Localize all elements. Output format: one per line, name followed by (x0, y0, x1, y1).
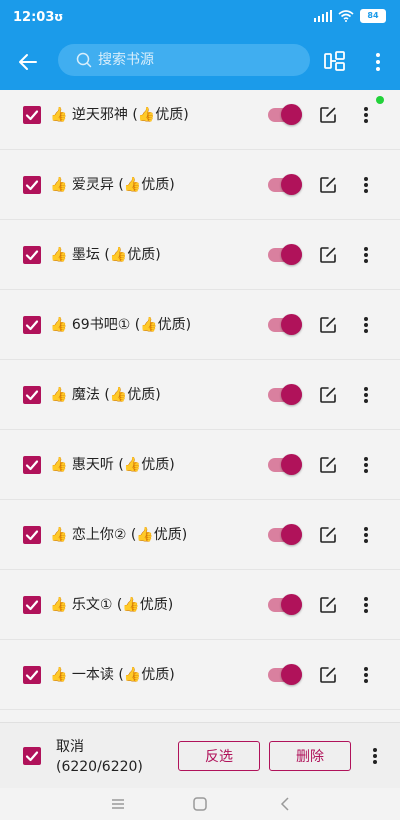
group-layout-icon[interactable] (322, 48, 348, 74)
battery-icon: 84 (360, 9, 386, 23)
enable-toggle[interactable] (268, 453, 304, 477)
menu-icon[interactable] (108, 796, 128, 812)
source-checkbox[interactable] (23, 315, 41, 334)
more-vertical-icon[interactable] (361, 105, 371, 125)
select-all-label[interactable]: 取消 (56, 737, 84, 757)
source-name: 👍 逆天邪神 (👍优质) (50, 106, 189, 123)
source-checkbox[interactable] (23, 105, 41, 124)
toggle-thumb (281, 243, 302, 265)
edit-icon[interactable] (319, 526, 337, 544)
source-name: 👍 乐文① (👍优质) (50, 596, 174, 613)
enable-toggle[interactable] (268, 383, 304, 407)
home-icon[interactable] (190, 796, 210, 812)
source-name: 👍 惠天听 (👍优质) (50, 456, 175, 473)
toggle-thumb (281, 173, 302, 195)
indicator-dot (376, 96, 384, 104)
status-right: 84 (314, 9, 386, 23)
source-checkbox[interactable] (23, 175, 41, 194)
enable-toggle[interactable] (268, 663, 304, 687)
toggle-thumb (281, 453, 302, 475)
more-vertical-icon[interactable] (361, 175, 371, 195)
source-name: 👍 一本读 (👍优质) (50, 666, 175, 683)
enable-toggle[interactable] (268, 243, 304, 267)
source-row[interactable]: 👍 墨坛 (👍优质) (0, 220, 400, 290)
signal-icon (314, 10, 332, 22)
search-input[interactable] (96, 51, 300, 69)
enable-toggle[interactable] (268, 523, 304, 547)
source-name: 👍 69书吧① (👍优质) (50, 316, 192, 333)
edit-icon[interactable] (319, 246, 337, 264)
toggle-thumb (281, 593, 302, 615)
edit-icon[interactable] (319, 106, 337, 124)
edit-icon[interactable] (319, 596, 337, 614)
enable-toggle[interactable] (268, 173, 304, 197)
screen: 12:03 ʊ 84 搜索书源 👍 逆天邪神 (👍优质) 👍 爱灵异 (👍优质)… (0, 0, 400, 820)
more-vertical-icon[interactable] (361, 595, 371, 615)
source-row[interactable]: 👍 乐文① (👍优质) (0, 570, 400, 640)
source-row[interactable]: 👍 69书吧① (👍优质) (0, 290, 400, 360)
invert-selection-button[interactable]: 反选 (178, 741, 260, 771)
search-box[interactable] (58, 44, 310, 76)
source-checkbox[interactable] (23, 385, 41, 404)
toggle-thumb (281, 663, 302, 685)
source-row[interactable]: 👍 魔法 (👍优质) (0, 360, 400, 430)
source-row[interactable]: 👍 一本读 (👍优质) (0, 640, 400, 710)
selection-count: (6220/6220) (56, 759, 143, 775)
source-name: 👍 恋上你② (👍优质) (50, 526, 188, 543)
search-icon (76, 52, 92, 68)
back-arrow-icon[interactable] (16, 50, 40, 74)
toggle-thumb (281, 523, 302, 545)
delete-button[interactable]: 删除 (269, 741, 351, 771)
source-row[interactable]: 👍 恋上你② (👍优质) (0, 500, 400, 570)
app-bar (0, 34, 400, 90)
more-vertical-icon[interactable] (361, 525, 371, 545)
source-checkbox[interactable] (23, 595, 41, 614)
source-name: 👍 爱灵异 (👍优质) (50, 176, 175, 193)
source-name: 👍 魔法 (👍优质) (50, 386, 161, 403)
source-name: 👍 墨坛 (👍优质) (50, 246, 161, 263)
select-all-checkbox[interactable] (23, 747, 41, 765)
more-vertical-icon[interactable] (361, 385, 371, 405)
more-vertical-icon[interactable] (370, 50, 386, 74)
toggle-thumb (281, 313, 302, 335)
source-checkbox[interactable] (23, 665, 41, 684)
source-row[interactable]: 👍 逆天邪神 (👍优质) (0, 90, 400, 150)
source-row[interactable]: 👍 爱灵异 (👍优质) (0, 150, 400, 220)
enable-toggle[interactable] (268, 313, 304, 337)
source-row[interactable]: 👍 惠天听 (👍优质) (0, 430, 400, 500)
edit-icon[interactable] (319, 386, 337, 404)
more-vertical-icon[interactable] (361, 315, 371, 335)
more-vertical-icon[interactable] (361, 245, 371, 265)
back-icon[interactable] (275, 796, 295, 812)
more-vertical-icon[interactable] (361, 455, 371, 475)
toggle-thumb (281, 383, 302, 405)
source-checkbox[interactable] (23, 455, 41, 474)
edit-icon[interactable] (319, 176, 337, 194)
system-navigation-bar (0, 788, 400, 820)
status-time: 12:03 (13, 10, 55, 25)
source-checkbox[interactable] (23, 525, 41, 544)
toggle-thumb (281, 103, 302, 125)
enable-toggle[interactable] (268, 593, 304, 617)
edit-icon[interactable] (319, 456, 337, 474)
source-list[interactable]: 👍 逆天邪神 (👍优质) 👍 爱灵异 (👍优质) 👍 墨坛 (👍优质) 👍 69… (0, 90, 400, 722)
enable-toggle[interactable] (268, 103, 304, 127)
bottom-action-bar: 取消 (6220/6220) 反选 删除 (0, 722, 400, 789)
more-vertical-icon[interactable] (361, 665, 371, 685)
edit-icon[interactable] (319, 316, 337, 334)
notification-icon: ʊ (54, 10, 64, 24)
source-checkbox[interactable] (23, 245, 41, 264)
more-vertical-icon[interactable] (370, 746, 380, 766)
status-bar: 12:03 ʊ 84 (0, 0, 400, 34)
edit-icon[interactable] (319, 666, 337, 684)
wifi-icon (338, 10, 354, 22)
